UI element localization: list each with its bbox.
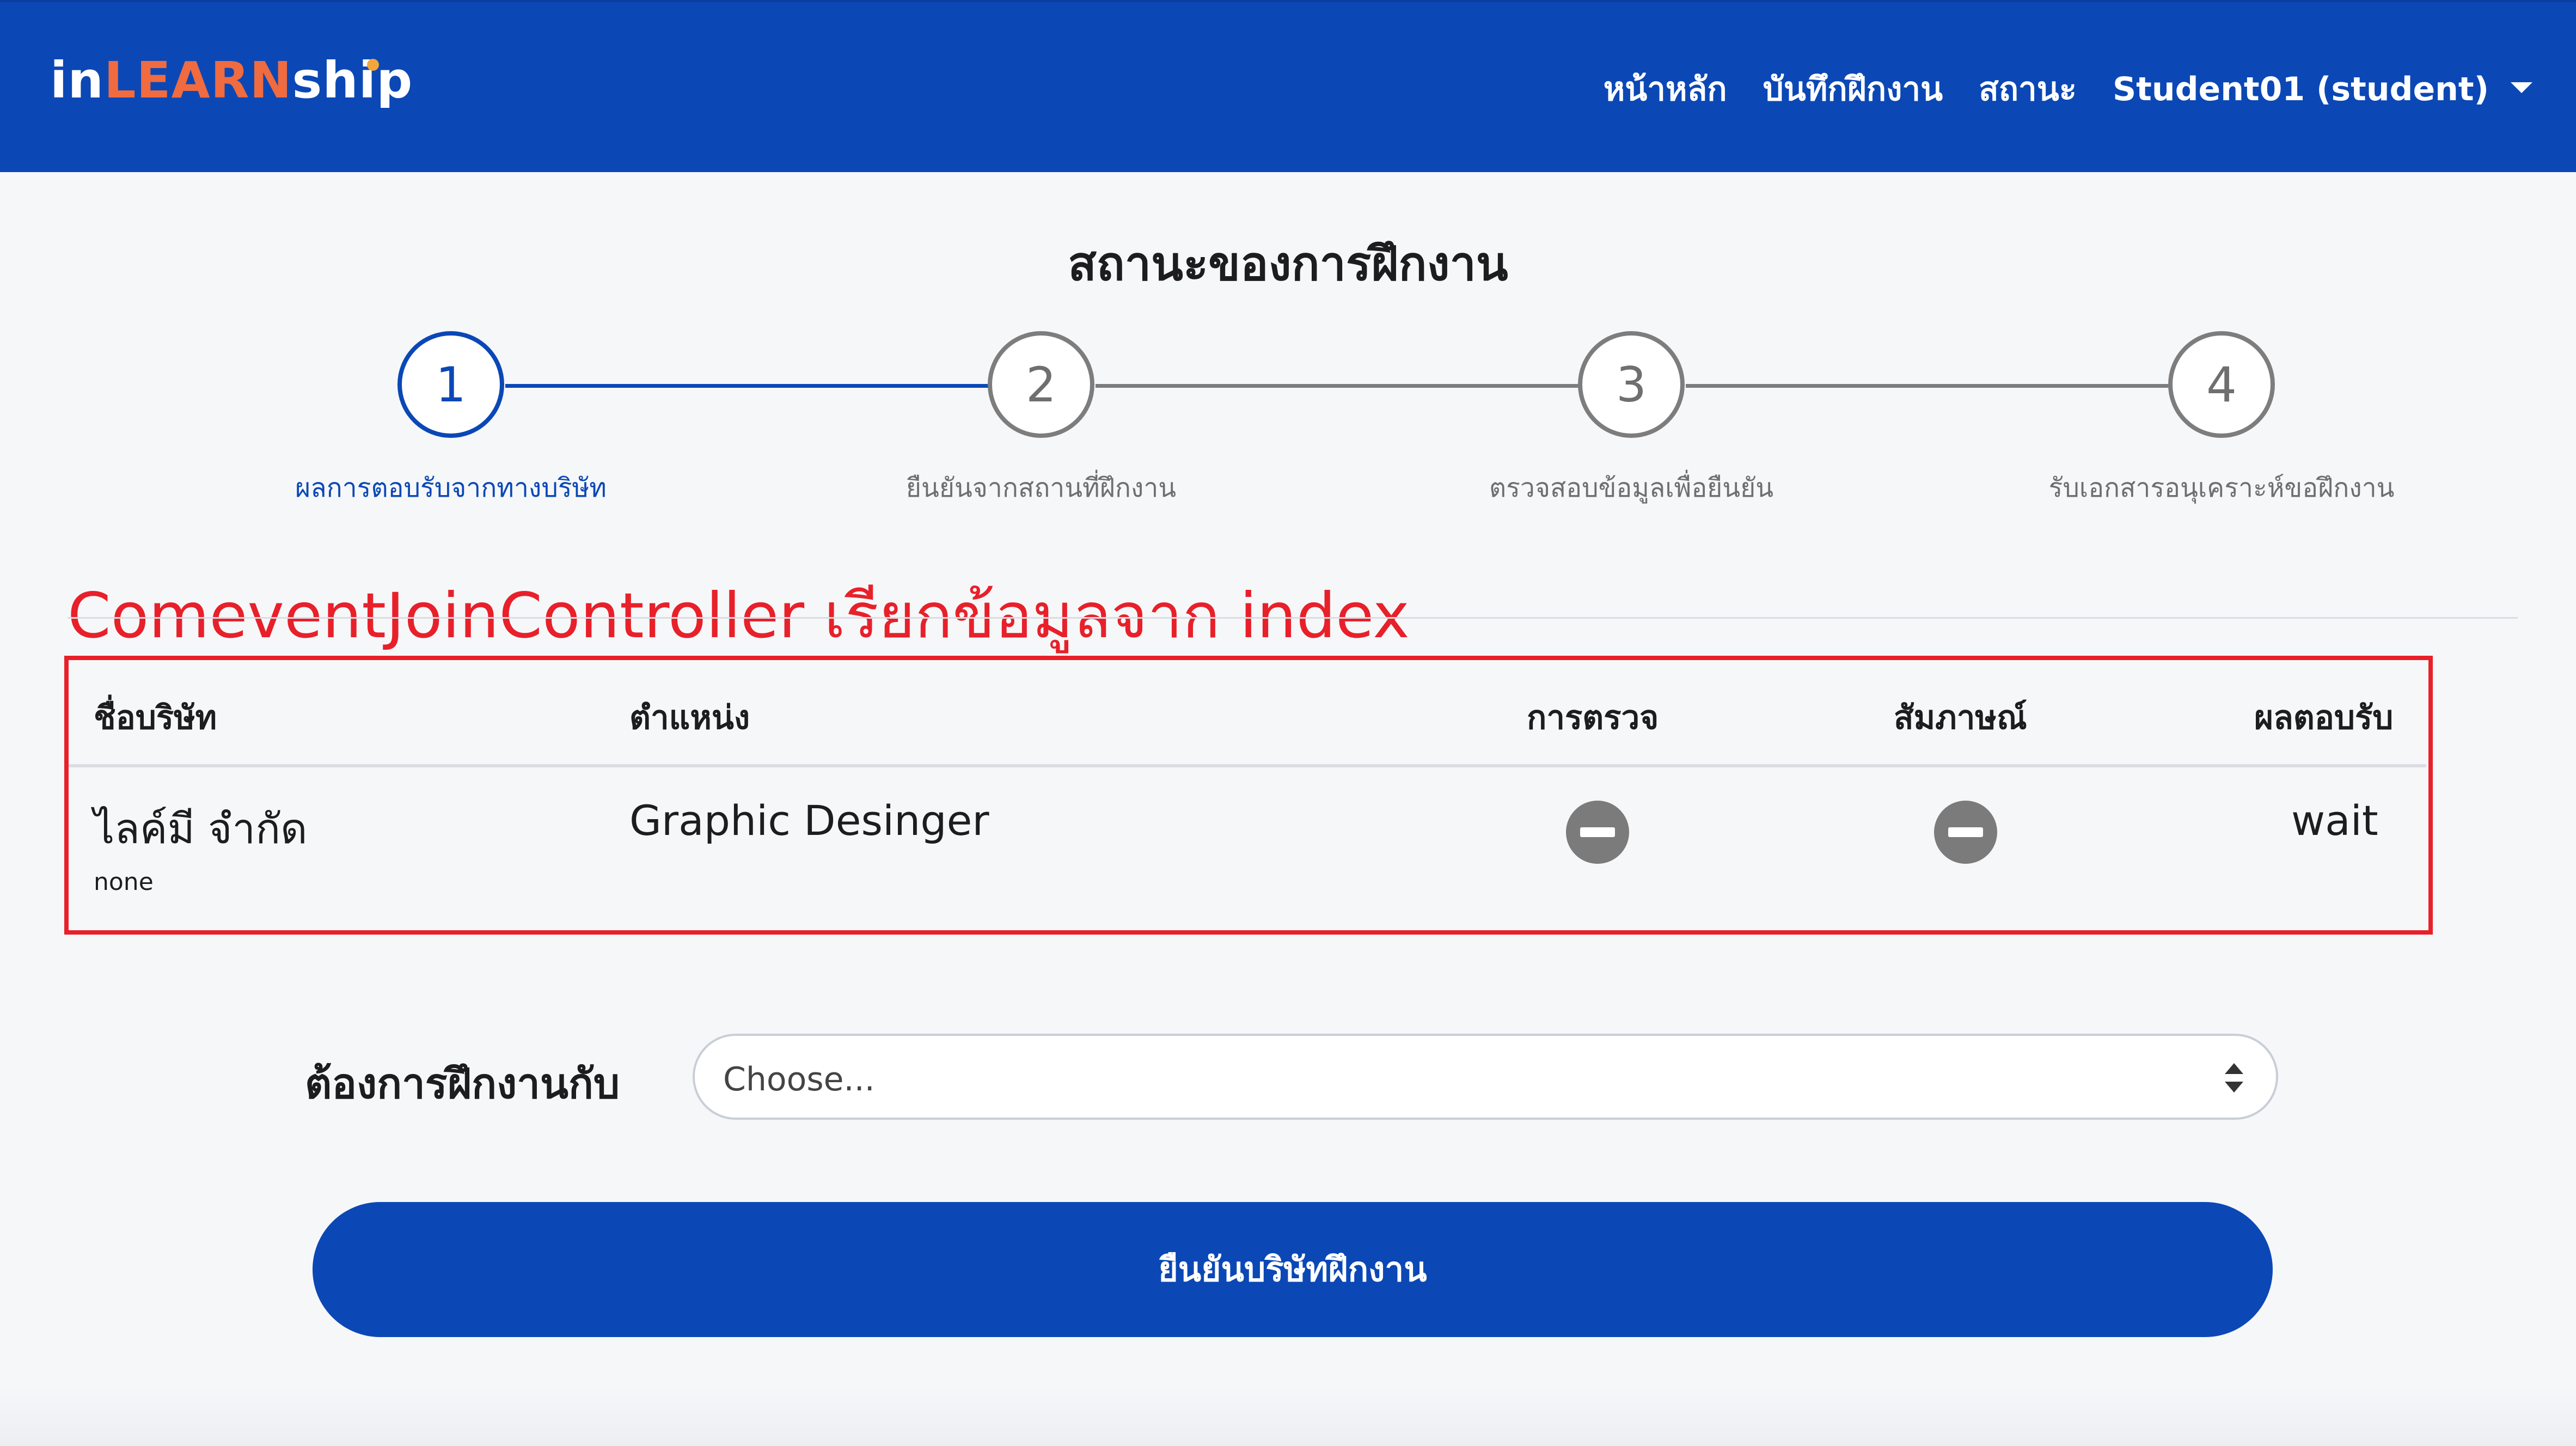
step-4-number: 4 xyxy=(2206,356,2237,413)
annotation-highlight-box xyxy=(64,656,2433,935)
page-bottom-shade xyxy=(0,1386,2576,1446)
step-3-label: ตรวจสอบข้อมูลเพื่อยืนยัน xyxy=(1489,473,1774,503)
step-1-number: 1 xyxy=(436,356,466,413)
step-connector-3 xyxy=(1686,384,2169,388)
table-top-divider xyxy=(68,617,2518,619)
nav-home-link[interactable]: หน้าหลัก xyxy=(1604,63,1727,115)
nav-log-link[interactable]: บันทึกฝึกงาน xyxy=(1763,63,1943,115)
company-select[interactable]: Choose... xyxy=(693,1034,2278,1120)
step-3-circle: 3 xyxy=(1578,331,1685,438)
brand-middle: LEARN xyxy=(104,51,292,109)
step-4-label: รับเอกสารอนุเคราะห์ขอฝึกงาน xyxy=(2048,473,2395,503)
nav-links: หน้าหลัก บันทึกฝึกงาน สถานะ Student01 (s… xyxy=(1604,63,2532,115)
navbar: inLEARNship หน้าหลัก บันทึกฝึกงาน สถานะ … xyxy=(0,0,2576,172)
select-arrows-icon xyxy=(2225,1063,2243,1093)
annotation-text: ComeventJoinController เรียกข้อมูลจาก in… xyxy=(68,579,1410,652)
chevron-down-icon xyxy=(2511,82,2532,93)
step-4-circle: 4 xyxy=(2168,331,2275,438)
confirm-company-button-label: ยืนยันบริษัทฝึกงาน xyxy=(1158,1249,1427,1289)
step-connector-1 xyxy=(505,384,989,388)
brand-suffix: ship xyxy=(292,51,413,109)
step-2-circle: 2 xyxy=(988,331,1094,438)
nav-status-link[interactable]: สถานะ xyxy=(1979,63,2077,115)
page-title: สถานะของการฝึกงาน xyxy=(1068,237,1508,291)
brand-logo[interactable]: inLEARNship xyxy=(50,51,413,109)
brand-prefix: in xyxy=(50,51,105,109)
step-1-label: ผลการตอบรับจากทางบริษัท xyxy=(295,473,607,503)
confirm-company-button[interactable]: ยืนยันบริษัทฝึกงาน xyxy=(313,1202,2273,1337)
step-connector-2 xyxy=(1096,384,1579,388)
step-2-number: 2 xyxy=(1026,356,1056,413)
step-1-circle: 1 xyxy=(397,331,504,438)
company-select-value: Choose... xyxy=(723,1060,875,1099)
step-2-label: ยืนยันจากสถานที่ฝึกงาน xyxy=(905,473,1177,503)
company-select-label: ต้องการฝึกงานกับ xyxy=(305,1059,620,1108)
user-menu-dropdown[interactable]: Student01 (student) xyxy=(2113,70,2532,108)
user-name: Student01 (student) xyxy=(2112,70,2489,108)
step-3-number: 3 xyxy=(1616,356,1647,413)
